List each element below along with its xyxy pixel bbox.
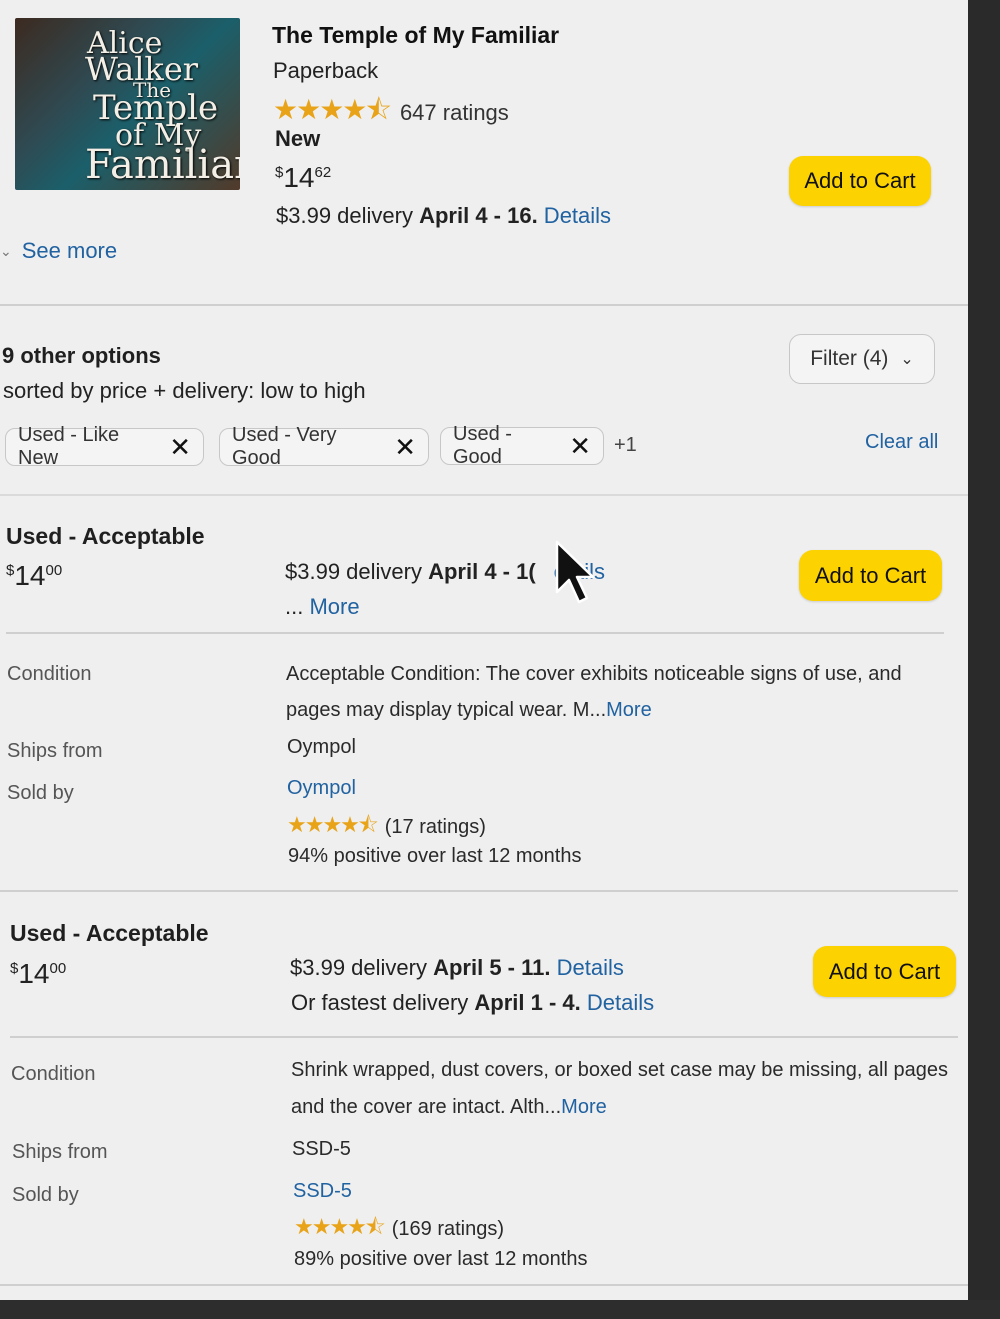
divider [0, 494, 968, 496]
seller-rating-row[interactable]: ★★★★⯪ (17 ratings) [287, 808, 486, 846]
condition-more-link[interactable]: More [561, 1096, 607, 1118]
fastest-details-link[interactable]: Details [581, 990, 654, 1015]
condition-text-line2: pages may display typical wear. M... [286, 699, 607, 721]
condition-label: Condition [11, 1063, 96, 1085]
device-bezel-bottom [0, 1300, 1000, 1319]
add-to-cart-button[interactable]: Add to Cart [799, 550, 942, 601]
offer-price: $1400 [6, 560, 62, 592]
ships-from-value: Oympol [287, 736, 356, 758]
divider [0, 1284, 968, 1286]
seller-ratings-count: (169 ratings) [391, 1217, 505, 1240]
close-icon[interactable]: ✕ [569, 433, 591, 459]
seller-name-link[interactable]: SSD-5 [293, 1180, 352, 1203]
product-format: Paperback [273, 58, 379, 83]
device-bezel-right [968, 0, 1000, 1319]
product-ratings-count: 647 ratings [399, 100, 509, 125]
filter-label: Filter (4) [810, 347, 889, 370]
star-rating-icon: ★★★★⯪ [287, 812, 379, 837]
cover-title-familiar: Familiar [85, 142, 240, 188]
filter-chip-like-new[interactable]: Used - Like New ✕ [5, 424, 204, 469]
offer-fastest-delivery: Or fastest delivery April 1 - 4. Details [291, 990, 654, 1016]
chip-label: Used - Very Good [232, 424, 337, 469]
clear-all-link[interactable]: Clear all [865, 431, 938, 454]
product-delivery: $3.99 delivery April 4 - 16. Details [276, 203, 611, 229]
filter-button[interactable]: Filter (4) ⌄ [789, 334, 935, 384]
filter-chip-very-good[interactable]: Used - Very Good ✕ [219, 424, 429, 469]
more-link[interactable]: More [309, 594, 359, 619]
fastest-prefix: Or fastest delivery [291, 990, 475, 1015]
ships-from-value: SSD-5 [292, 1138, 351, 1160]
fastest-date: April 1 - 4. [474, 990, 581, 1015]
more-filters-count[interactable]: +1 [614, 434, 637, 457]
sold-by-label: Sold by [12, 1184, 79, 1206]
see-more-toggle[interactable]: ⌄ See more [0, 238, 117, 264]
delivery-prefix: $3.99 delivery [285, 559, 429, 584]
price-fraction: 00 [45, 562, 63, 579]
divider [0, 890, 958, 892]
delivery-date: April 4 - 1( [428, 559, 536, 584]
ellipsis: ... [285, 594, 310, 619]
filter-chip-good[interactable]: Used - Good ✕ [440, 423, 604, 468]
condition-text-line1: Shrink wrapped, dust covers, or boxed se… [291, 1059, 948, 1081]
sort-description: sorted by price + delivery: low to high [3, 378, 366, 403]
condition-description: Shrink wrapped, dust covers, or boxed se… [291, 1052, 963, 1126]
chevron-down-icon: ⌄ [900, 351, 914, 368]
add-to-cart-button[interactable]: Add to Cart [789, 156, 931, 206]
product-condition: New [275, 126, 321, 151]
condition-text-line2: and the cover are intact. Alth... [291, 1096, 562, 1118]
price-whole: 14 [14, 560, 46, 591]
delivery-prefix: $3.99 delivery [276, 203, 420, 228]
price-symbol: $ [6, 562, 15, 579]
delivery-date: April 4 - 16. [419, 203, 538, 228]
add-to-cart-button[interactable]: Add to Cart [813, 946, 956, 997]
condition-more-link[interactable]: More [606, 699, 652, 721]
product-title[interactable]: The Temple of My Familiar [272, 22, 559, 49]
offer-condition-heading: Used - Acceptable [10, 920, 209, 946]
star-rating-icon: ★★★★⯪ [294, 1214, 386, 1239]
price-whole: 14 [283, 162, 315, 193]
price-symbol: $ [275, 164, 284, 181]
seller-ratings-count: (17 ratings) [384, 815, 486, 838]
seller-positive-rate: 89% positive over last 12 months [294, 1248, 588, 1270]
price-fraction: 62 [314, 164, 332, 181]
price-whole: 14 [18, 958, 50, 989]
divider [6, 632, 944, 634]
delivery-details-link[interactable]: Details [538, 203, 611, 228]
delivery-prefix: $3.99 delivery [290, 955, 434, 980]
product-price: $1462 [275, 162, 331, 194]
delivery-details-link[interactable]: Details [550, 955, 624, 980]
close-icon[interactable]: ✕ [169, 434, 191, 460]
price-fraction: 00 [49, 960, 67, 977]
price-symbol: $ [10, 960, 19, 977]
divider [0, 304, 968, 306]
condition-description: Acceptable Condition: The cover exhibits… [286, 656, 946, 728]
other-options-heading: 9 other options [2, 343, 161, 368]
chip-label: Used - Like New [18, 424, 120, 469]
condition-label: Condition [7, 663, 92, 685]
divider [10, 1036, 958, 1038]
book-cover-image[interactable]: Alice Walker The Temple of My Familiar [15, 18, 240, 190]
delivery-date: April 5 - 11. [433, 955, 551, 980]
close-icon[interactable]: ✕ [394, 434, 416, 460]
ships-from-label: Ships from [12, 1141, 108, 1163]
sold-by-label: Sold by [7, 782, 74, 804]
offer-condition-heading: Used - Acceptable [6, 523, 205, 549]
condition-text-line1: Acceptable Condition: The cover exhibits… [286, 663, 902, 685]
offer-more-row: ... More [285, 594, 360, 620]
seller-positive-rate: 94% positive over last 12 months [288, 845, 582, 867]
chevron-down-icon: ⌄ [0, 242, 12, 259]
seller-rating-row[interactable]: ★★★★⯪ (169 ratings) [294, 1210, 504, 1248]
product-offers-screen: Alice Walker The Temple of My Familiar T… [0, 0, 968, 1300]
see-more-link[interactable]: See more [22, 238, 117, 264]
chip-label: Used - Good [453, 423, 512, 468]
seller-name-link[interactable]: Oympol [287, 777, 356, 800]
ships-from-label: Ships from [7, 740, 103, 762]
offer-price: $1400 [10, 958, 66, 990]
offer-delivery: $3.99 delivery April 5 - 11. Details [290, 955, 624, 981]
